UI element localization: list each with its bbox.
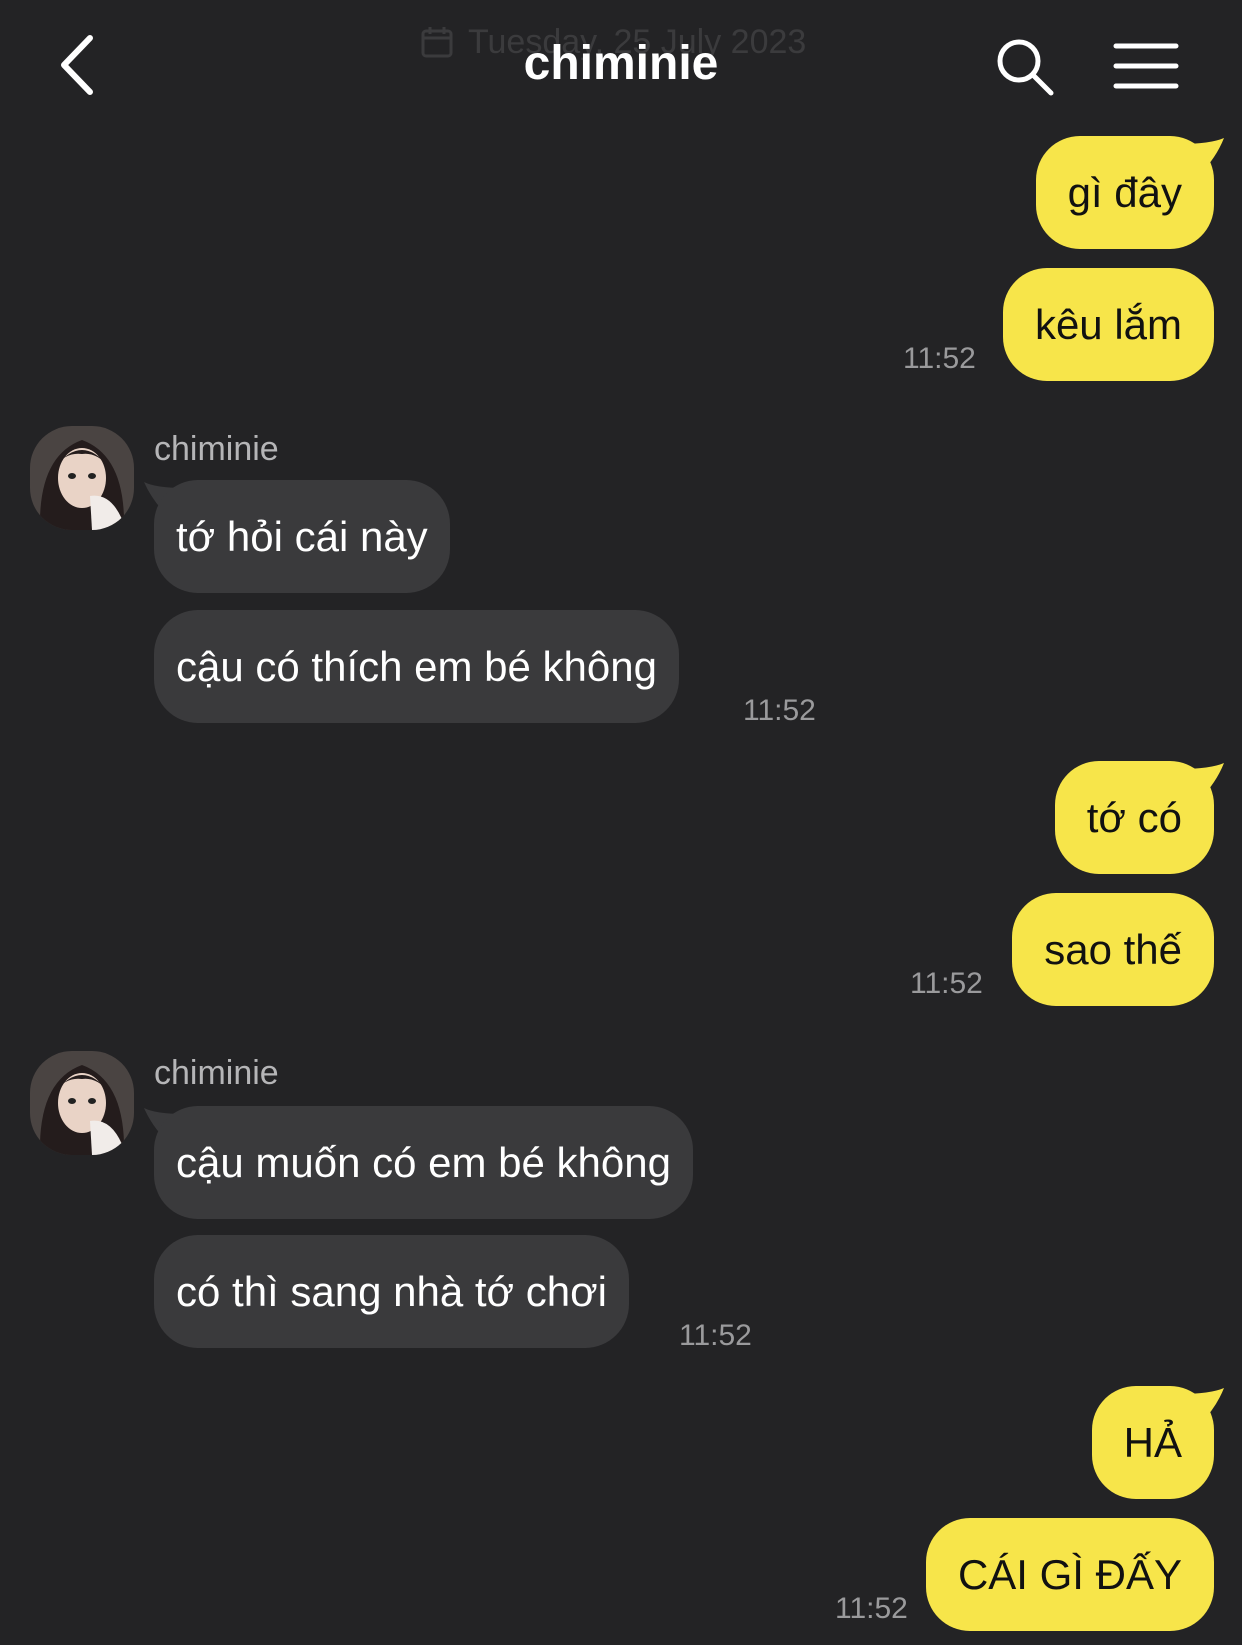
message-bubble-mine[interactable]: CÁI GÌ ĐẤY bbox=[925, 1518, 1214, 1631]
chat-header: Tuesday, 25 July 2023 chiminie bbox=[0, 0, 1242, 125]
avatar-image bbox=[30, 1051, 134, 1155]
chat-title: chiminie bbox=[523, 37, 719, 90]
sender-name: chiminie bbox=[154, 1054, 279, 1092]
message-timestamp: 11:52 bbox=[910, 967, 983, 1000]
message-timestamp: 11:52 bbox=[743, 694, 816, 727]
avatar[interactable] bbox=[30, 1051, 134, 1155]
message-timestamp: 11:52 bbox=[835, 1592, 908, 1625]
message-bubble-theirs[interactable]: cậu có thích em bé không bbox=[154, 610, 679, 723]
message-bubble-mine[interactable]: gì đây bbox=[1035, 136, 1214, 249]
message-timestamp: 11:52 bbox=[903, 342, 976, 375]
message-timestamp: 11:52 bbox=[679, 1319, 752, 1352]
avatar-image bbox=[30, 426, 134, 530]
avatar[interactable] bbox=[30, 426, 134, 530]
message-bubble-theirs[interactable]: tớ hỏi cái này bbox=[154, 480, 450, 593]
message-bubble-mine[interactable]: kêu lắm bbox=[1002, 268, 1214, 381]
message-bubble-theirs[interactable]: cậu muốn có em bé không bbox=[154, 1106, 693, 1219]
sender-name: chiminie bbox=[154, 430, 279, 468]
message-bubble-theirs[interactable]: có thì sang nhà tớ chơi bbox=[154, 1235, 629, 1348]
message-bubble-mine[interactable]: sao thế bbox=[1012, 893, 1214, 1006]
message-bubble-mine[interactable]: tớ có bbox=[1054, 761, 1214, 874]
message-bubble-mine[interactable]: HẢ bbox=[1091, 1386, 1214, 1499]
chat-screen: Tuesday, 25 July 2023 chiminie gì đây kê… bbox=[0, 0, 1242, 1645]
